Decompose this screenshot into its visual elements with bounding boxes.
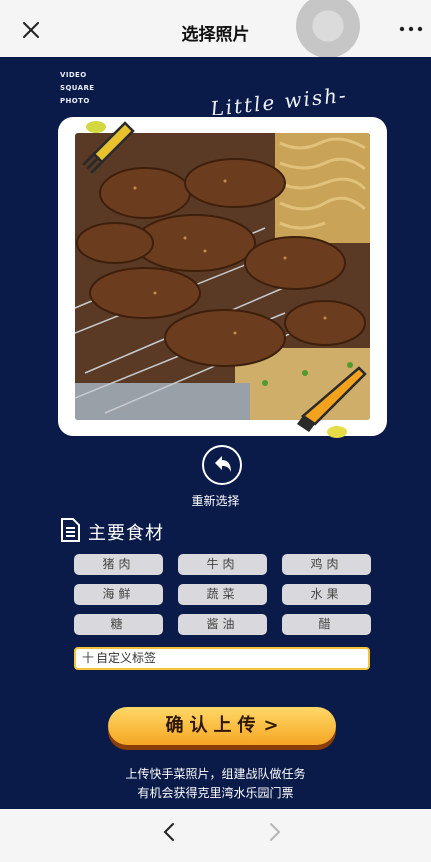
svg-text:Little wish-: Little wish-: [208, 85, 349, 115]
chevron-right-icon[interactable]: [266, 821, 284, 843]
tag-beef[interactable]: 牛肉: [178, 554, 267, 575]
promo-line: 上传快手菜照片，组建战队做任务: [125, 767, 306, 781]
confirm-label: 确认上传: [165, 715, 262, 736]
fork-sticker-icon: [82, 121, 135, 174]
plus-icon: 十: [82, 651, 95, 665]
chevron-right-icon: >: [263, 715, 279, 736]
tag-sugar[interactable]: 糖: [74, 614, 163, 635]
tag-vegetable[interactable]: 蔬菜: [178, 584, 267, 605]
ingredients-title: 主要食材: [88, 523, 164, 544]
top-nav-bar: 选择照片: [0, 0, 431, 58]
custom-tag-input[interactable]: 十自定义标签: [74, 647, 370, 670]
tag-pork[interactable]: 猪肉: [74, 554, 163, 575]
brand-stamp: VIDEO SQUARE PHOTO: [60, 69, 94, 108]
ingredient-tag-grid: 猪肉 牛肉 鸡肉 海鲜 蔬菜 水果 糖 酱油 醋: [74, 554, 372, 635]
document-list-icon: [61, 518, 80, 542]
bottom-nav-bar: [0, 809, 431, 862]
tag-seafood[interactable]: 海鲜: [74, 584, 163, 605]
reselect-button[interactable]: [202, 445, 242, 485]
promo-line: 有机会获得克里湾水乐园门票: [137, 786, 294, 800]
stamp-line: VIDEO: [60, 71, 87, 79]
tag-soy-sauce[interactable]: 酱油: [178, 614, 267, 635]
undo-arrow-icon: [215, 456, 231, 472]
floating-circle-button[interactable]: [296, 0, 360, 58]
page-title: 选择照片: [181, 25, 250, 45]
stamp-line: PHOTO: [60, 97, 90, 105]
handwritten-script: Little wish-: [208, 85, 349, 115]
confirm-upload-button[interactable]: 确认上传 >: [108, 707, 336, 745]
promo-note: 上传快手菜照片，组建战队做任务 有机会获得克里湾水乐园门票: [0, 765, 431, 803]
custom-tag-placeholder: 自定义标签: [96, 651, 157, 665]
tag-chicken[interactable]: 鸡肉: [282, 554, 371, 575]
stamp-line: SQUARE: [60, 84, 95, 92]
upload-page: VIDEO SQUARE PHOTO Little wish- 重新选择 主要食…: [0, 57, 431, 809]
tag-fruit[interactable]: 水果: [282, 584, 371, 605]
chevron-left-icon[interactable]: [160, 821, 178, 843]
tag-vinegar[interactable]: 醋: [282, 614, 371, 635]
more-icon[interactable]: [398, 24, 424, 34]
knife-sticker-icon: [297, 366, 367, 438]
reselect-label[interactable]: 重新选择: [0, 492, 431, 509]
